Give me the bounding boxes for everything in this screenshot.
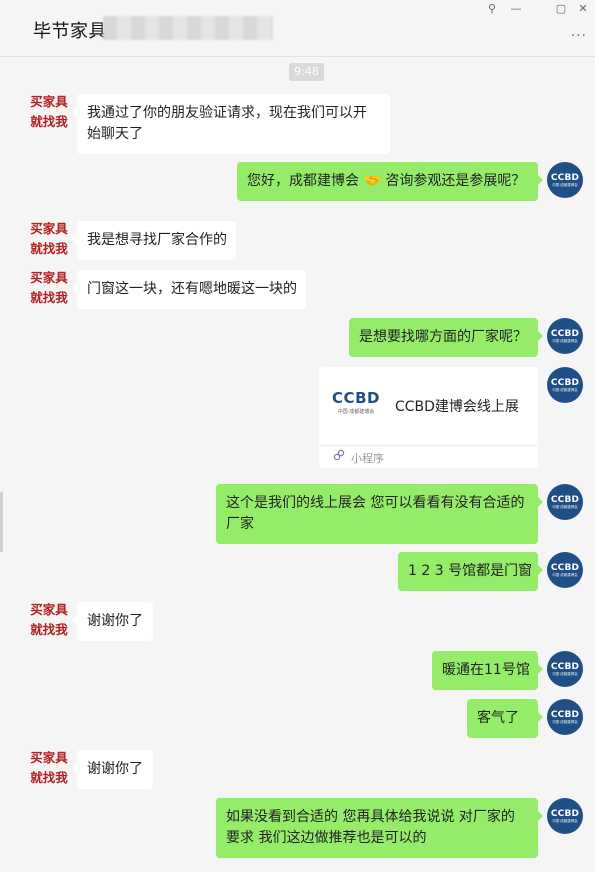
ccbd-logo-text: CCBD [332, 389, 380, 407]
mini-program-title: CCBD建博会线上展 [395, 399, 519, 415]
contact-avatar[interactable]: 买家具 就找我 [29, 92, 69, 132]
ccbd-logo: CCBD 中国·成都建博会 [331, 389, 381, 425]
self-avatar[interactable]: CCBD 中国·成都建博会 [547, 651, 583, 687]
self-avatar-caption: 中国·成都建博会 [552, 719, 578, 724]
contact-avatar-line1: 买家具 [30, 221, 68, 236]
contact-avatar-line1: 买家具 [30, 602, 68, 617]
mini-program-label: 小程序 [351, 452, 384, 465]
message-bubble-sent[interactable]: 1 2 3 号馆都是门窗 [398, 552, 543, 591]
contact-avatar[interactable]: 买家具 就找我 [29, 600, 69, 640]
self-avatar-logo: CCBD [550, 661, 580, 672]
self-avatar[interactable]: CCBD 中国·成都建博会 [547, 484, 583, 520]
contact-avatar-line2: 就找我 [30, 770, 68, 785]
self-avatar-caption: 中国·成都建博会 [552, 818, 578, 823]
message-bubble-sent[interactable]: 如果没看到合适的 您再具体给我说说 对厂家的要求 我们这边做推荐也是可以的 [216, 798, 543, 858]
self-avatar[interactable]: CCBD 中国·成都建博会 [547, 699, 583, 735]
redacted-title-blur [103, 16, 273, 40]
contact-avatar-line1: 买家具 [30, 94, 68, 109]
message-bubble-sent[interactable]: 是想要找哪方面的厂家呢？ [349, 318, 543, 357]
chat-title: 毕节家具 [33, 21, 107, 42]
message-timestamp: 9:48 [289, 63, 324, 81]
self-avatar-logo: CCBD [550, 377, 580, 388]
maximize-icon[interactable]: ▢ [549, 0, 573, 18]
mini-program-card[interactable]: CCBD 中国·成都建博会 CCBD建博会线上展 小程序 [319, 367, 538, 468]
mini-program-footer: 小程序 [319, 445, 538, 468]
more-icon[interactable]: ··· [571, 28, 587, 44]
self-avatar-logo: CCBD [550, 562, 580, 573]
message-bubble-sent[interactable]: 暖通在11号馆 [432, 651, 543, 690]
minimize-icon[interactable]: — [504, 0, 528, 18]
self-avatar[interactable]: CCBD 中国·成都建博会 [547, 367, 583, 403]
message-bubble-received[interactable]: 我通过了你的朋友验证请求，现在我们可以开始聊天了 [72, 94, 390, 154]
ccbd-logo-caption: 中国·成都建博会 [337, 409, 375, 415]
self-avatar-logo: CCBD [550, 808, 580, 819]
contact-avatar-line2: 就找我 [30, 290, 68, 305]
message-bubble-received[interactable]: 谢谢你了 [72, 602, 153, 641]
contact-avatar-line2: 就找我 [30, 241, 68, 256]
message-bubble-sent[interactable]: 客气了 [467, 699, 543, 738]
self-avatar[interactable]: CCBD 中国·成都建博会 [547, 318, 583, 354]
message-bubble-received[interactable]: 门窗这一块，还有嗯地暖这一块的 [72, 270, 306, 309]
self-avatar-caption: 中国·成都建博会 [552, 387, 578, 392]
message-bubble-received[interactable]: 我是想寻找厂家合作的 [72, 221, 236, 260]
contact-avatar-line1: 买家具 [30, 750, 68, 765]
contact-avatar[interactable]: 买家具 就找我 [29, 219, 69, 259]
message-bubble-sent[interactable]: 您好，成都建博会 🤝 咨询参观还是参展呢？ [237, 162, 543, 201]
self-avatar-caption: 中国·成都建博会 [552, 671, 578, 676]
self-avatar[interactable]: CCBD 中国·成都建博会 [547, 162, 583, 198]
title-bar: 毕节家具 ⚲ — ▢ ✕ ··· [0, 0, 595, 57]
self-avatar-caption: 中国·成都建博会 [552, 572, 578, 577]
mini-program-icon [333, 449, 345, 464]
self-avatar-caption: 中国·成都建博会 [552, 504, 578, 509]
contact-avatar[interactable]: 买家具 就找我 [29, 748, 69, 788]
pin-icon[interactable]: ⚲ [480, 0, 504, 18]
contact-avatar-line2: 就找我 [30, 114, 68, 129]
self-avatar-caption: 中国·成都建博会 [552, 338, 578, 343]
self-avatar-logo: CCBD [550, 172, 580, 183]
message-bubble-received[interactable]: 谢谢你了 [72, 750, 153, 789]
self-avatar[interactable]: CCBD 中国·成都建博会 [547, 552, 583, 588]
message-bubble-sent[interactable]: 这个是我们的线上展会 您可以看看有没有合适的厂家 [216, 484, 543, 544]
window-edge [0, 492, 3, 552]
self-avatar-logo: CCBD [550, 328, 580, 339]
contact-avatar-line2: 就找我 [30, 622, 68, 637]
self-avatar-logo: CCBD [550, 494, 580, 505]
contact-avatar[interactable]: 买家具 就找我 [29, 268, 69, 308]
close-icon[interactable]: ✕ [571, 0, 595, 18]
self-avatar-caption: 中国·成都建博会 [552, 182, 578, 187]
contact-avatar-line1: 买家具 [30, 270, 68, 285]
self-avatar[interactable]: CCBD 中国·成都建博会 [547, 798, 583, 834]
self-avatar-logo: CCBD [550, 709, 580, 720]
